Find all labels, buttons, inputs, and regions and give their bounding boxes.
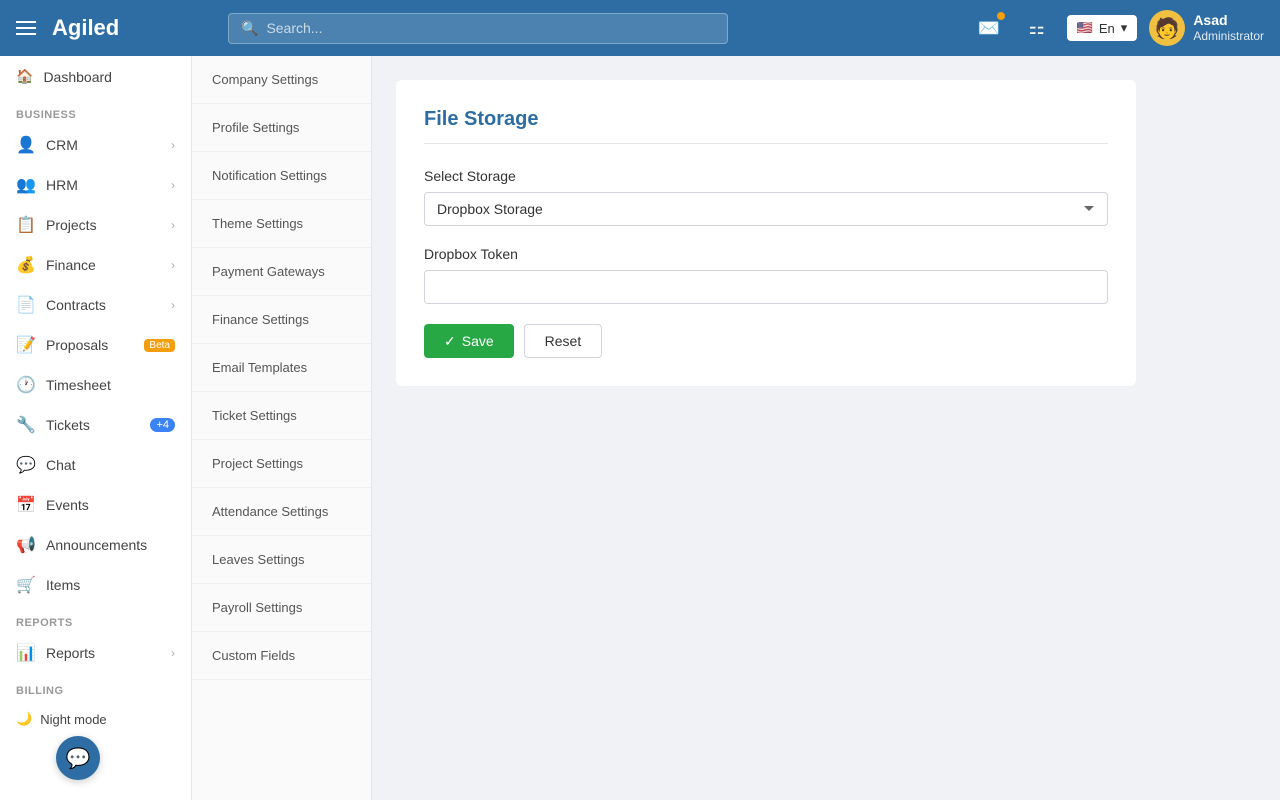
user-menu[interactable]: 🧑 Asad Administrator (1149, 10, 1264, 46)
chevron-right-icon: › (171, 258, 175, 272)
search-bar: 🔍 (228, 13, 728, 44)
notification-badge (997, 12, 1005, 20)
content-area: File Storage Select Storage Dropbox Stor… (372, 56, 1280, 800)
language-button[interactable]: 🇺🇸 En ▾ (1067, 15, 1138, 41)
settings-company[interactable]: Company Settings (192, 56, 371, 104)
night-mode-label: Night mode (40, 712, 106, 727)
sidebar-item-finance[interactable]: 💰 Finance › (0, 245, 191, 285)
night-mode-button[interactable]: 🌙 Night mode (0, 701, 191, 737)
chevron-down-icon: ▾ (1121, 20, 1128, 36)
form-actions: ✓ Save Reset (424, 324, 1108, 358)
dropbox-token-input[interactable] (424, 270, 1108, 304)
settings-attendance[interactable]: Attendance Settings (192, 488, 371, 536)
main-container: 🏠 Dashboard BUSINESS 👤 CRM › 👥 HRM › 📋 P… (0, 56, 1280, 800)
user-text: Asad Administrator (1193, 11, 1264, 45)
check-icon: ✓ (444, 333, 456, 350)
apps-button[interactable]: ⚏ (1019, 10, 1055, 46)
select-storage-label: Select Storage (424, 168, 1108, 184)
user-name: Asad (1193, 11, 1264, 29)
sidebar-item-chat[interactable]: 💬 Chat (0, 445, 191, 485)
flag-icon: 🇺🇸 (1077, 20, 1093, 36)
sidebar-item-reports[interactable]: 📊 Reports › (0, 633, 191, 673)
sidebar-item-contracts[interactable]: 📄 Contracts › (0, 285, 191, 325)
sidebar-item-crm[interactable]: 👤 CRM › (0, 125, 191, 165)
chevron-right-icon: › (171, 218, 175, 232)
crm-icon: 👤 (16, 135, 36, 155)
dropbox-token-group: Dropbox Token (424, 246, 1108, 304)
chevron-right-icon: › (171, 138, 175, 152)
settings-ticket[interactable]: Ticket Settings (192, 392, 371, 440)
sidebar-item-hrm[interactable]: 👥 HRM › (0, 165, 191, 205)
reset-button[interactable]: Reset (524, 324, 603, 358)
hrm-icon: 👥 (16, 175, 36, 195)
search-icon: 🔍 (241, 20, 258, 37)
section-business: BUSINESS (0, 97, 191, 125)
settings-custom-fields[interactable]: Custom Fields (192, 632, 371, 680)
items-icon: 🛒 (16, 575, 36, 595)
events-icon: 📅 (16, 495, 36, 515)
sidebar-item-dashboard[interactable]: 🏠 Dashboard (0, 56, 191, 97)
settings-notification[interactable]: Notification Settings (192, 152, 371, 200)
settings-email-templates[interactable]: Email Templates (192, 344, 371, 392)
navbar-right: ✉️ ⚏ 🇺🇸 En ▾ 🧑 Asad Administrator (971, 10, 1264, 46)
sidebar-item-proposals[interactable]: 📝 Proposals Beta (0, 325, 191, 365)
tickets-icon: 🔧 (16, 415, 36, 435)
section-reports: REPORTS (0, 605, 191, 633)
beta-badge: Beta (144, 339, 175, 352)
select-storage-group: Select Storage Dropbox Storage Local Sto… (424, 168, 1108, 226)
sidebar-item-projects[interactable]: 📋 Projects › (0, 205, 191, 245)
settings-finance[interactable]: Finance Settings (192, 296, 371, 344)
settings-profile[interactable]: Profile Settings (192, 104, 371, 152)
timesheet-icon: 🕐 (16, 375, 36, 395)
file-storage-card: File Storage Select Storage Dropbox Stor… (396, 80, 1136, 386)
page-title: File Storage (424, 108, 1108, 144)
announcements-icon: 📢 (16, 535, 36, 555)
search-input[interactable] (266, 20, 715, 36)
contracts-icon: 📄 (16, 295, 36, 315)
proposals-icon: 📝 (16, 335, 36, 355)
app-brand: Agiled (52, 15, 212, 41)
settings-payment-gateways[interactable]: Payment Gateways (192, 248, 371, 296)
tickets-badge: +4 (150, 418, 175, 432)
left-sidebar: 🏠 Dashboard BUSINESS 👤 CRM › 👥 HRM › 📋 P… (0, 56, 192, 800)
avatar: 🧑 (1149, 10, 1185, 46)
chat-icon: 💬 (16, 455, 36, 475)
finance-icon: 💰 (16, 255, 36, 275)
language-label: En (1099, 21, 1115, 36)
section-billing: BILLING (0, 673, 191, 701)
projects-icon: 📋 (16, 215, 36, 235)
storage-select[interactable]: Dropbox Storage Local Storage Amazon S3 (424, 192, 1108, 226)
sidebar-item-events[interactable]: 📅 Events (0, 485, 191, 525)
hamburger-menu[interactable] (16, 21, 36, 35)
settings-project[interactable]: Project Settings (192, 440, 371, 488)
chat-bubble-button[interactable]: 💬 (56, 736, 100, 780)
app-name: Agiled (52, 15, 119, 41)
settings-payroll[interactable]: Payroll Settings (192, 584, 371, 632)
secondary-sidebar: Company Settings Profile Settings Notifi… (192, 56, 372, 800)
sidebar-item-timesheet[interactable]: 🕐 Timesheet (0, 365, 191, 405)
dashboard-label: Dashboard (43, 69, 112, 85)
sidebar-item-announcements[interactable]: 📢 Announcements (0, 525, 191, 565)
moon-icon: 🌙 (16, 711, 32, 727)
notifications-button[interactable]: ✉️ (971, 10, 1007, 46)
top-navbar: Agiled 🔍 ✉️ ⚏ 🇺🇸 En ▾ 🧑 Asad Administrat… (0, 0, 1280, 56)
sidebar-item-items[interactable]: 🛒 Items (0, 565, 191, 605)
dropbox-token-label: Dropbox Token (424, 246, 1108, 262)
save-button[interactable]: ✓ Save (424, 324, 514, 358)
reports-icon: 📊 (16, 643, 36, 663)
settings-theme[interactable]: Theme Settings (192, 200, 371, 248)
chat-bubble-icon: 💬 (66, 746, 91, 771)
chevron-right-icon: › (171, 298, 175, 312)
settings-leaves[interactable]: Leaves Settings (192, 536, 371, 584)
chevron-right-icon: › (171, 178, 175, 192)
home-icon: 🏠 (16, 68, 33, 85)
user-role: Administrator (1193, 29, 1264, 45)
chevron-right-icon: › (171, 646, 175, 660)
sidebar-item-tickets[interactable]: 🔧 Tickets +4 (0, 405, 191, 445)
